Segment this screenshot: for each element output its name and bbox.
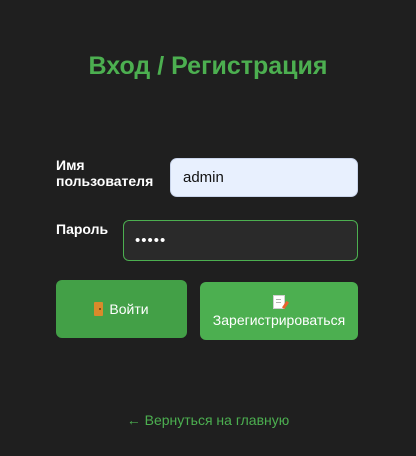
page-title: Вход / Регистрация: [88, 52, 328, 80]
password-field[interactable]: [123, 220, 358, 261]
auth-card: Вход / Регистрация Имя пользователя Паро…: [0, 0, 416, 456]
password-label: Пароль: [56, 221, 109, 237]
login-button-label: Войти: [109, 301, 149, 317]
login-button[interactable]: Войти: [56, 280, 187, 338]
username-field[interactable]: [170, 158, 358, 197]
username-label: Имя пользователя: [56, 157, 154, 189]
door-icon: [94, 302, 104, 316]
memo-icon: [273, 294, 285, 309]
back-home-link[interactable]: ← Вернуться на главную: [0, 411, 416, 429]
register-button-label: Зарегистрироваться: [212, 311, 346, 328]
register-button[interactable]: Зарегистрироваться: [200, 282, 358, 340]
